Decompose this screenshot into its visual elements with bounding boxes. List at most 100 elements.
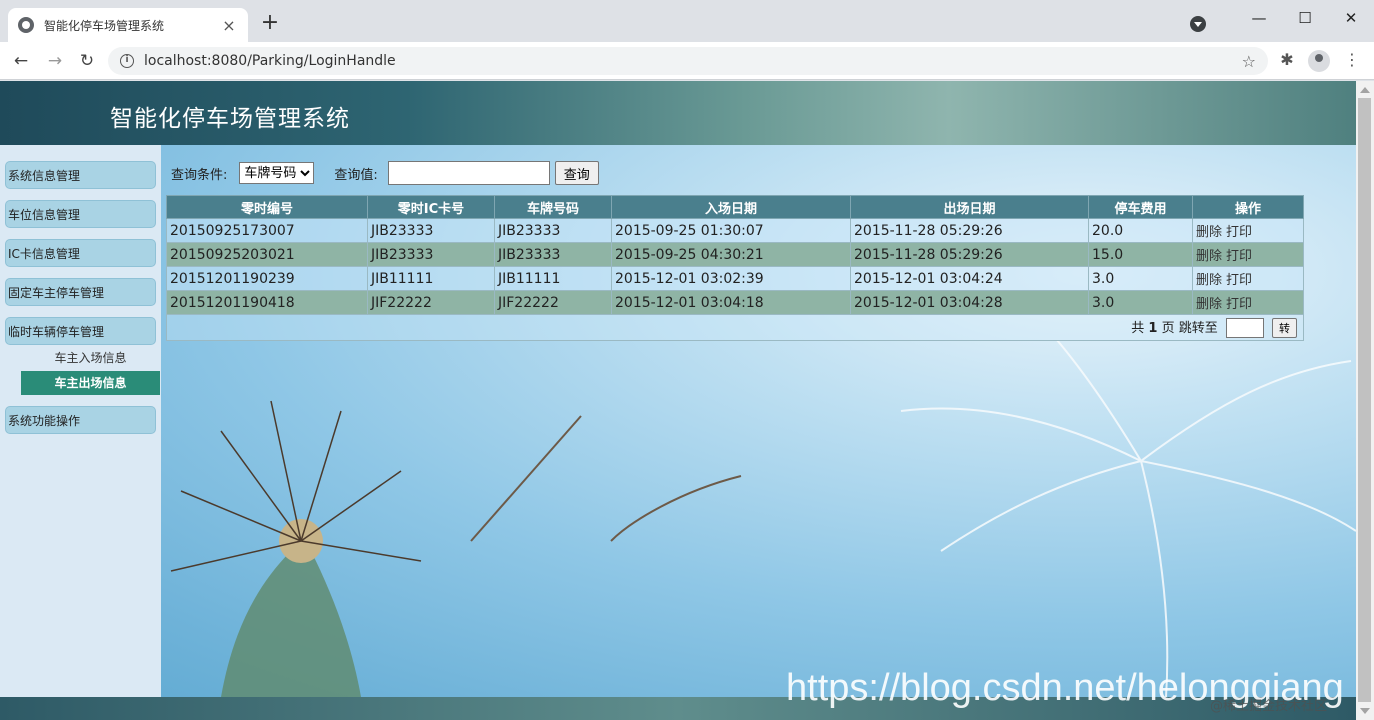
sidebar-subitem-owner-entry[interactable]: 车主入场信息 — [21, 346, 160, 370]
system-title: 智能化停车场管理系统 — [110, 106, 350, 132]
cell-actions: 删除 打印 — [1192, 266, 1304, 291]
maximize-button[interactable]: ☐ — [1282, 3, 1328, 33]
page-jump-button[interactable]: 转 — [1272, 318, 1297, 339]
page-content: 智能化停车场管理系统 系统信息管理 车位信息管理 IC卡信息管理 固定车主停车管… — [0, 81, 1356, 720]
browser-tab[interactable]: 智能化停车场管理系统 × — [8, 8, 248, 42]
juejin-watermark: @稀土掘金技术社区 — [1210, 699, 1328, 714]
table-header-row: 零时编号 零时IC卡号 车牌号码 入场日期 出场日期 停车费用 操作 — [166, 195, 1304, 219]
col-exit-date: 出场日期 — [850, 195, 1089, 219]
bookmark-star-icon[interactable]: ☆ — [1242, 52, 1256, 71]
print-link[interactable]: 打印 — [1226, 249, 1252, 264]
tab-search-icon[interactable] — [1190, 16, 1206, 32]
sidebar-subitem-owner-exit[interactable]: 车主出场信息 — [21, 371, 160, 395]
sidebar: 系统信息管理 车位信息管理 IC卡信息管理 固定车主停车管理 临时车辆停车管理 … — [0, 145, 161, 697]
cell-plate: JIB23333 — [494, 242, 612, 267]
search-value-input[interactable] — [387, 161, 550, 185]
browser-menu-icon[interactable]: ⋮ — [1344, 50, 1360, 69]
reload-icon[interactable]: ↻ — [74, 48, 100, 74]
cell-ic-card: JIF22222 — [367, 290, 495, 315]
pager-prefix: 共 — [1131, 320, 1145, 336]
col-plate-number: 车牌号码 — [494, 195, 612, 219]
exit-records-table: 零时编号 零时IC卡号 车牌号码 入场日期 出场日期 停车费用 操作 20150… — [166, 195, 1304, 341]
sidebar-item-temp-vehicle-parking[interactable]: 临时车辆停车管理 — [5, 317, 156, 345]
cell-actions: 删除 打印 — [1192, 218, 1304, 243]
table-row: 20150925173007 JIB23333 JIB23333 2015-09… — [166, 218, 1304, 243]
scroll-up-arrow-icon[interactable] — [1360, 87, 1370, 93]
delete-link[interactable]: 删除 — [1196, 273, 1222, 288]
col-parking-fee: 停车费用 — [1088, 195, 1193, 219]
window-controls: — ☐ ✕ — [1190, 0, 1374, 36]
delete-link[interactable]: 删除 — [1196, 297, 1222, 312]
cell-fee: 3.0 — [1088, 290, 1193, 315]
vertical-scrollbar[interactable] — [1356, 81, 1374, 720]
search-form: 查询条件: 车牌号码 查询值: 查询 — [171, 160, 599, 186]
cell-plate: JIB11111 — [494, 266, 612, 291]
cell-temp-id: 20150925203021 — [166, 242, 368, 267]
tab-close-icon[interactable]: × — [220, 16, 238, 35]
new-tab-button[interactable]: + — [258, 12, 282, 36]
delete-link[interactable]: 删除 — [1196, 225, 1222, 240]
pagination: 共 1 页 跳转至 转 — [166, 314, 1304, 341]
scroll-down-arrow-icon[interactable] — [1360, 708, 1370, 714]
col-entry-date: 入场日期 — [611, 195, 851, 219]
cell-fee: 20.0 — [1088, 218, 1193, 243]
cell-exit-date: 2015-12-01 03:04:28 — [850, 290, 1089, 315]
extensions-icon[interactable]: ✱ — [1276, 50, 1298, 69]
forward-icon[interactable]: → — [42, 48, 68, 74]
delete-link[interactable]: 删除 — [1196, 249, 1222, 264]
cell-actions: 删除 打印 — [1192, 290, 1304, 315]
sidebar-item-system-info[interactable]: 系统信息管理 — [5, 161, 156, 189]
back-icon[interactable]: ← — [8, 48, 34, 74]
table-row: 20151201190239 JIB11111 JIB11111 2015-12… — [166, 266, 1304, 291]
cell-entry-date: 2015-09-25 04:30:21 — [611, 242, 851, 267]
browser-tab-bar: 智能化停车场管理系统 × + — ☐ ✕ — [0, 0, 1374, 42]
col-temp-id: 零时编号 — [166, 195, 368, 219]
address-bar[interactable]: i localhost:8080/Parking/LoginHandle ☆ — [108, 47, 1268, 75]
cell-actions: 删除 打印 — [1192, 242, 1304, 267]
cell-ic-card: JIB23333 — [367, 242, 495, 267]
cell-temp-id: 20150925173007 — [166, 218, 368, 243]
print-link[interactable]: 打印 — [1226, 225, 1252, 240]
col-actions: 操作 — [1192, 195, 1304, 219]
value-label: 查询值: — [334, 167, 378, 183]
close-window-button[interactable]: ✕ — [1328, 3, 1374, 33]
browser-toolbar: ← → ↻ i localhost:8080/Parking/LoginHand… — [0, 42, 1374, 80]
pagination-row: 共 1 页 跳转至 转 — [166, 314, 1304, 341]
cell-temp-id: 20151201190239 — [166, 266, 368, 291]
dandelion-background-image — [170, 341, 1356, 697]
sidebar-item-parking-space[interactable]: 车位信息管理 — [5, 200, 156, 228]
cell-temp-id: 20151201190418 — [166, 290, 368, 315]
cell-entry-date: 2015-12-01 03:02:39 — [611, 266, 851, 291]
condition-label: 查询条件: — [171, 167, 228, 183]
table-row: 20150925203021 JIB23333 JIB23333 2015-09… — [166, 242, 1304, 267]
sidebar-item-ic-card[interactable]: IC卡信息管理 — [5, 239, 156, 267]
system-header: 智能化停车场管理系统 — [0, 81, 1356, 145]
table-row: 20151201190418 JIF22222 JIF22222 2015-12… — [166, 290, 1304, 315]
print-link[interactable]: 打印 — [1226, 273, 1252, 288]
globe-icon — [18, 17, 34, 33]
pager-suffix: 页 跳转至 — [1161, 320, 1218, 336]
pager-total-pages: 1 — [1148, 320, 1158, 336]
url-text[interactable]: localhost:8080/Parking/LoginHandle — [144, 53, 1242, 69]
cell-plate: JIB23333 — [494, 218, 612, 243]
col-temp-ic-card: 零时IC卡号 — [367, 195, 495, 219]
tab-title: 智能化停车场管理系统 — [44, 18, 165, 33]
site-info-icon[interactable]: i — [120, 54, 134, 68]
page-jump-input[interactable] — [1225, 318, 1264, 339]
condition-select[interactable]: 车牌号码 — [239, 162, 315, 184]
cell-exit-date: 2015-11-28 05:29:26 — [850, 242, 1089, 267]
cell-ic-card: JIB23333 — [367, 218, 495, 243]
profile-avatar-icon[interactable] — [1308, 50, 1330, 72]
cell-fee: 3.0 — [1088, 266, 1193, 291]
cell-exit-date: 2015-12-01 03:04:24 — [850, 266, 1089, 291]
cell-ic-card: JIB11111 — [367, 266, 495, 291]
scroll-thumb[interactable] — [1358, 98, 1371, 702]
minimize-button[interactable]: — — [1236, 3, 1282, 33]
cell-exit-date: 2015-11-28 05:29:26 — [850, 218, 1089, 243]
cell-entry-date: 2015-12-01 03:04:18 — [611, 290, 851, 315]
print-link[interactable]: 打印 — [1226, 297, 1252, 312]
search-button[interactable]: 查询 — [554, 161, 599, 185]
sidebar-item-fixed-owner-parking[interactable]: 固定车主停车管理 — [5, 278, 156, 306]
cell-plate: JIF22222 — [494, 290, 612, 315]
sidebar-item-system-functions[interactable]: 系统功能操作 — [5, 406, 156, 434]
